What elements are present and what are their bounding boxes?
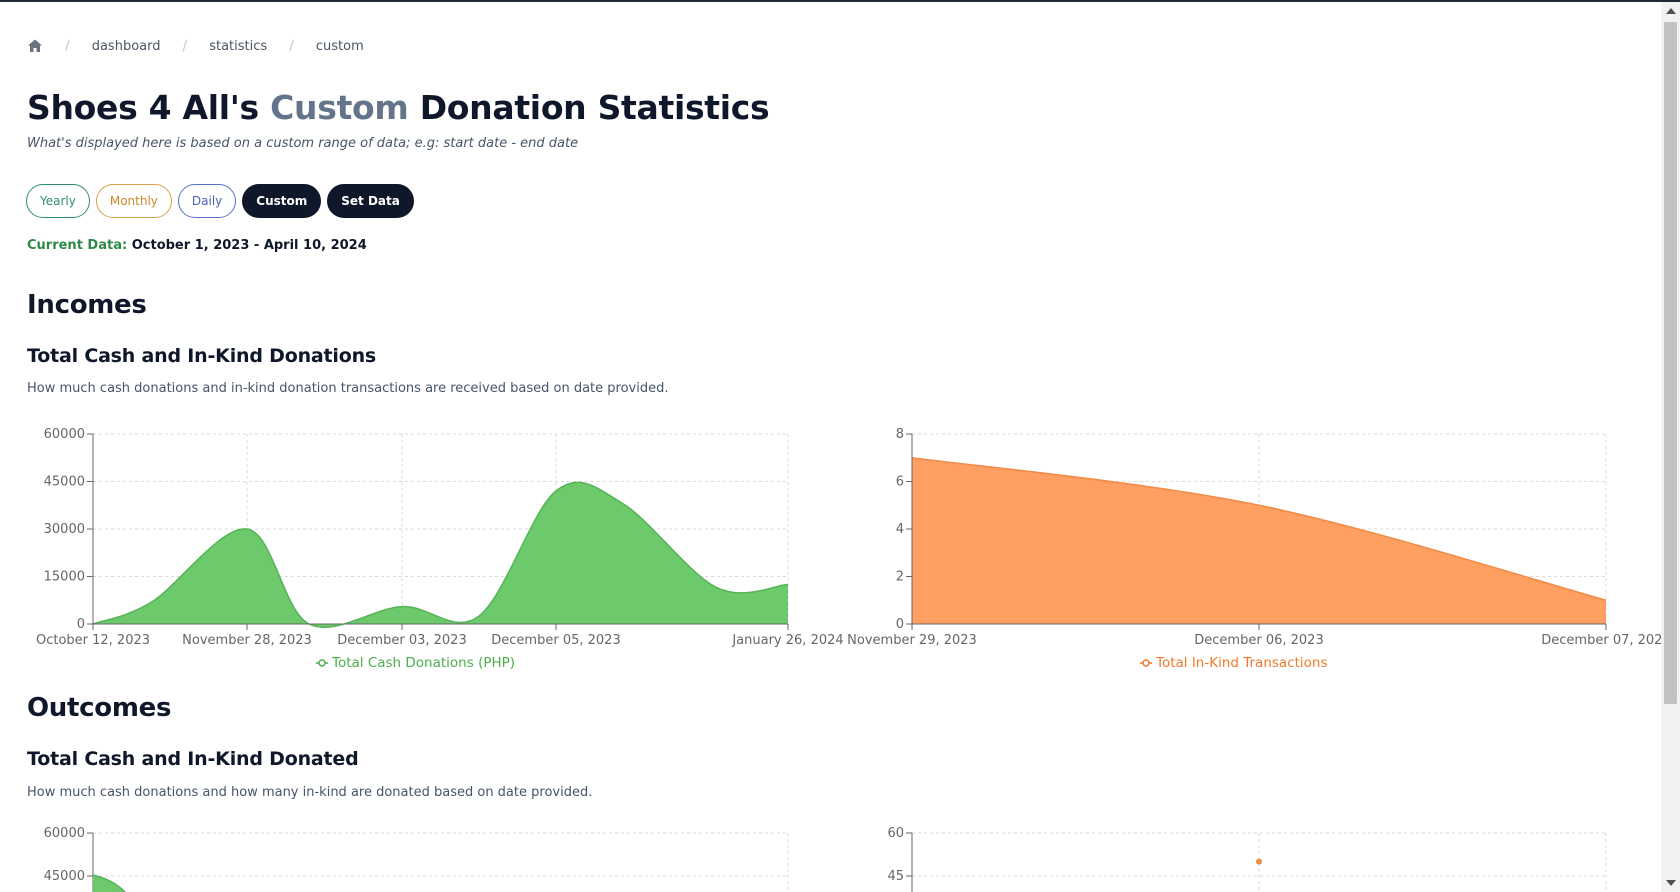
inkind-transactions-chart: 0 2 4 6 8 November 29, 2023 December 06, 2023 D… xyxy=(847,427,1661,671)
filter-buttons: Yearly Monthly Daily Custom Set Data xyxy=(26,184,414,218)
x-tick-label: November 28, 2023 xyxy=(182,633,312,648)
y-tick-label: 45 xyxy=(887,869,904,884)
legend-label: Total Cash Donations (PHP) xyxy=(331,655,515,671)
breadcrumb-separator: / xyxy=(65,38,70,54)
data-point xyxy=(1256,858,1262,865)
breadcrumb: / dashboard / statistics / custom xyxy=(27,36,364,56)
y-tick-label: 60000 xyxy=(44,826,85,841)
cash-donations-chart: 0 15000 30000 45000 60000 October 12, 2023 Nov… xyxy=(36,427,844,671)
outcomes-heading: Outcomes xyxy=(27,693,172,723)
breadcrumb-custom[interactable]: custom xyxy=(316,39,364,54)
page: / dashboard / statistics / custom Shoes … xyxy=(0,2,1661,892)
x-tick-label: November 29, 2023 xyxy=(847,633,977,648)
chart-legend: Total Cash Donations (PHP) xyxy=(316,655,515,671)
page-title: Shoes 4 All's Custom Donation Statistics xyxy=(27,88,770,127)
legend-icon xyxy=(318,659,326,667)
breadcrumb-separator: / xyxy=(289,38,294,54)
scroll-up-arrow-icon[interactable] xyxy=(1666,8,1676,14)
current-data: Current Data: October 1, 2023 - April 10… xyxy=(27,238,367,253)
scrollbar[interactable] xyxy=(1661,2,1680,892)
scrollbar-thumb[interactable] xyxy=(1664,22,1677,704)
y-tick-label: 60000 xyxy=(44,427,85,442)
x-tick-label: December 06, 2023 xyxy=(1194,633,1323,648)
y-tick-label: 30000 xyxy=(44,522,85,537)
yearly-button[interactable]: Yearly xyxy=(26,184,90,218)
cash-donated-chart: 60000 45000 xyxy=(44,826,789,892)
title-suffix: Donation Statistics xyxy=(419,88,770,127)
current-data-value: October 1, 2023 - April 10, 2024 xyxy=(131,238,367,253)
x-tick-label: December 07, 2023 xyxy=(1541,633,1661,648)
x-tick-label: December 05, 2023 xyxy=(491,633,620,648)
series-area xyxy=(93,482,788,628)
set-data-button[interactable]: Set Data xyxy=(327,184,414,218)
y-tick-label: 60 xyxy=(887,826,904,841)
breadcrumb-statistics[interactable]: statistics xyxy=(209,39,267,54)
page-subtitle: What's displayed here is based on a cust… xyxy=(27,136,579,151)
legend-icon xyxy=(1142,659,1150,667)
series-area xyxy=(93,875,125,892)
y-tick-label: 0 xyxy=(77,617,85,632)
y-tick-label: 0 xyxy=(896,617,904,632)
y-tick-label: 15000 xyxy=(44,570,85,585)
chart-legend: Total In-Kind Transactions xyxy=(1140,655,1328,671)
legend-label: Total In-Kind Transactions xyxy=(1155,655,1328,671)
home-icon[interactable] xyxy=(27,38,43,54)
y-tick-label: 45000 xyxy=(44,475,85,490)
title-prefix: Shoes 4 All's xyxy=(27,88,259,127)
outcomes-subheading: Total Cash and In-Kind Donated xyxy=(27,748,359,770)
incomes-subheading: Total Cash and In-Kind Donations xyxy=(27,345,377,367)
scroll-down-arrow-icon[interactable] xyxy=(1666,880,1676,886)
y-tick-label: 4 xyxy=(896,522,904,537)
title-accent: Custom xyxy=(270,88,409,127)
y-tick-label: 6 xyxy=(896,475,904,490)
y-tick-label: 8 xyxy=(896,427,904,442)
incomes-heading: Incomes xyxy=(27,290,147,320)
y-tick-label: 45000 xyxy=(44,869,85,884)
daily-button[interactable]: Daily xyxy=(177,184,237,218)
x-tick-label: January 26, 2024 xyxy=(731,633,843,648)
custom-button[interactable]: Custom xyxy=(242,184,322,218)
incomes-description: How much cash donations and in-kind dona… xyxy=(27,381,669,396)
inkind-donated-chart: 60 45 xyxy=(887,826,1607,892)
monthly-button[interactable]: Monthly xyxy=(95,184,172,218)
breadcrumb-separator: / xyxy=(182,38,188,54)
outcomes-description: How much cash donations and how many in-… xyxy=(27,785,593,800)
x-tick-label: December 03, 2023 xyxy=(337,633,466,648)
breadcrumb-dashboard[interactable]: dashboard xyxy=(92,39,161,54)
x-tick-label: October 12, 2023 xyxy=(36,633,150,648)
y-tick-label: 2 xyxy=(896,570,904,585)
current-data-label: Current Data: xyxy=(27,238,128,253)
